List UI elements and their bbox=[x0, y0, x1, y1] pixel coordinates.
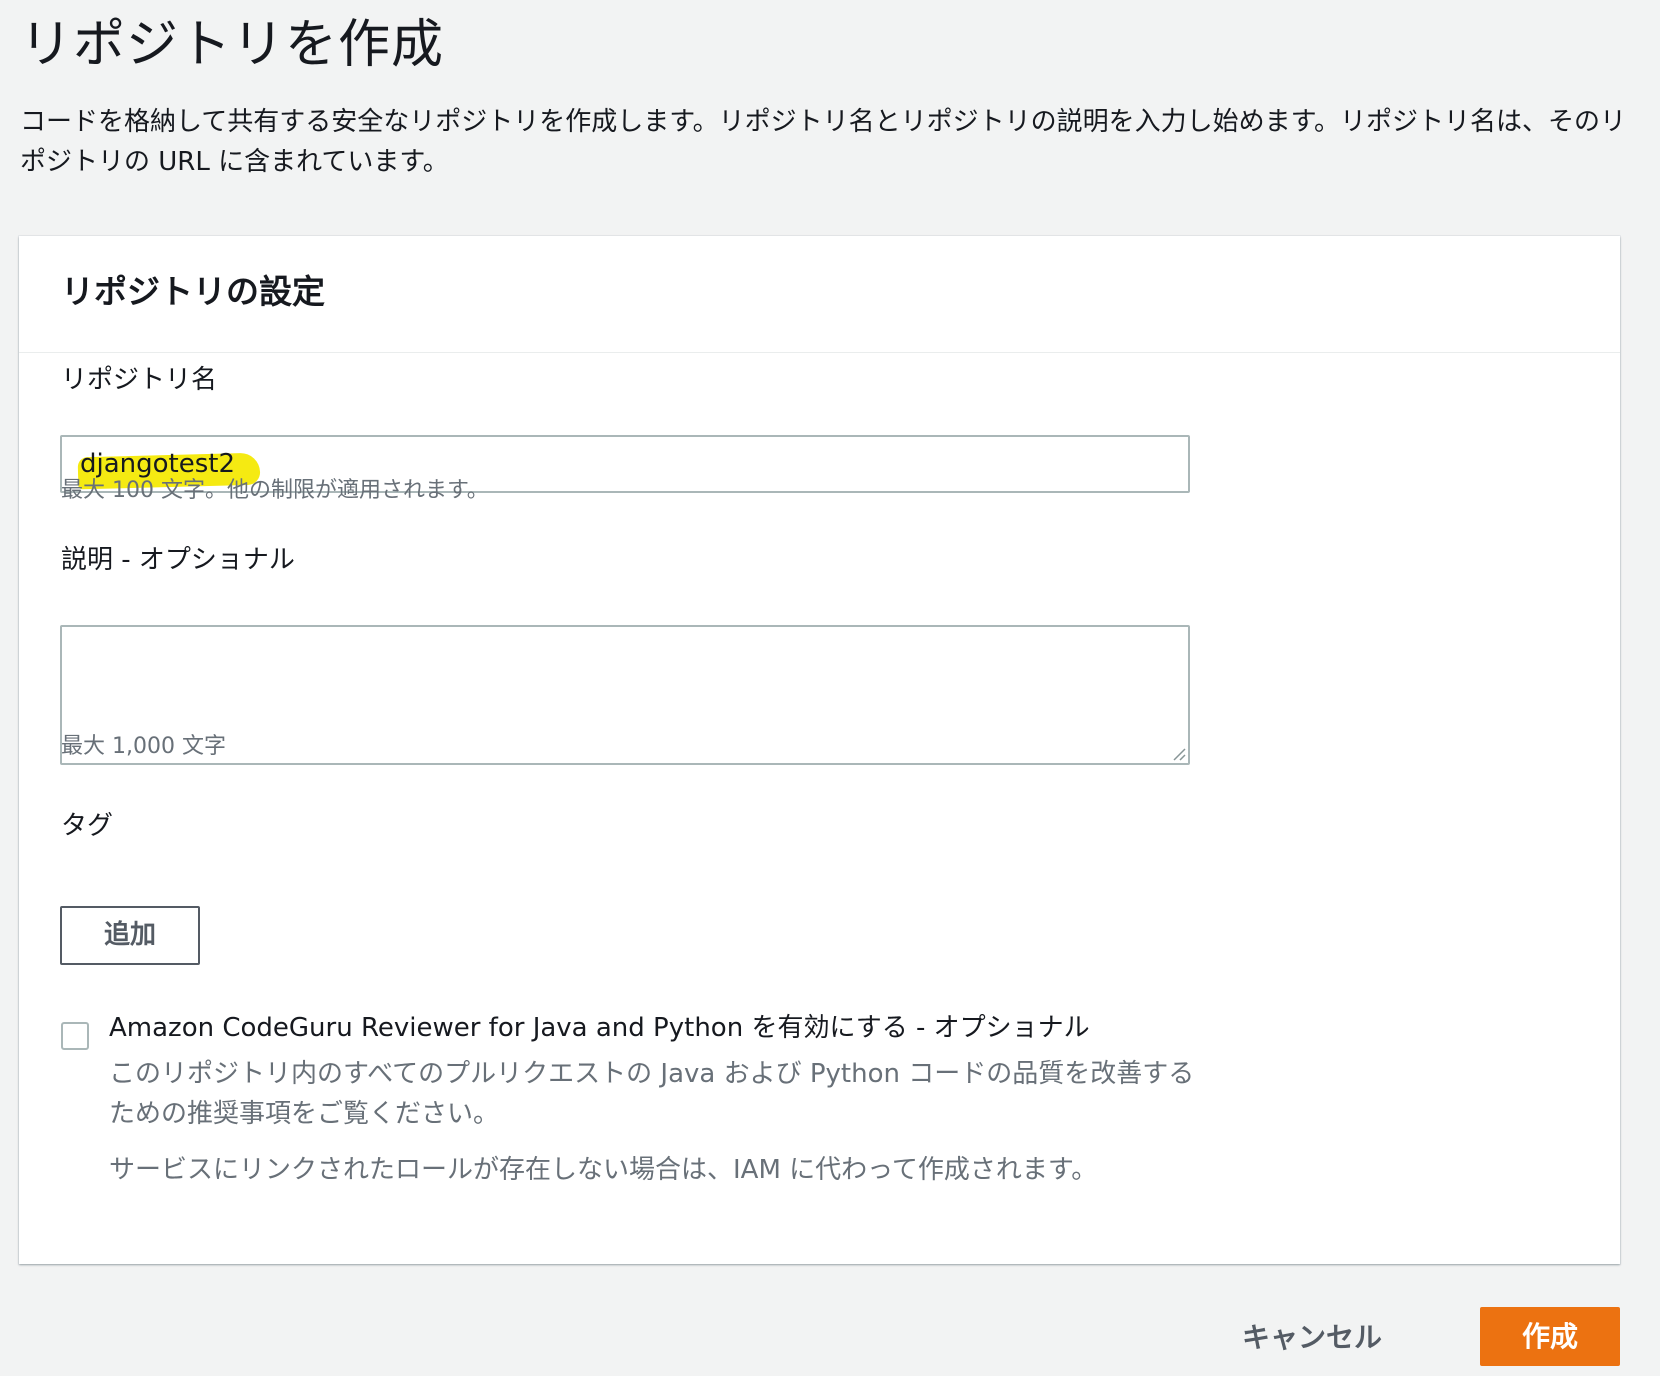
create-button[interactable]: 作成 bbox=[1480, 1307, 1620, 1366]
tags-label: タグ bbox=[61, 811, 114, 841]
repository-settings-panel: リポジトリの設定 リポジトリ名 djangotest2 最大 100 文字。他の… bbox=[19, 236, 1620, 1264]
repo-name-label: リポジトリ名 bbox=[61, 365, 218, 395]
panel-header: リポジトリの設定 bbox=[19, 236, 1620, 353]
resize-handle-icon[interactable] bbox=[1170, 745, 1186, 761]
description-label: 説明 - オプショナル bbox=[61, 545, 295, 575]
codeguru-note: サービスにリンクされたロールが存在しない場合は、IAM に代わって作成されます。 bbox=[109, 1155, 1098, 1185]
codeguru-description: このリポジトリ内のすべてのプルリクエストの Java および Python コー… bbox=[109, 1059, 1195, 1129]
page-description: コードを格納して共有する安全なリポジトリを作成します。リポジトリ名とリポジトリの… bbox=[20, 107, 1627, 177]
repo-name-hint: 最大 100 文字。他の制限が適用されます。 bbox=[61, 478, 489, 503]
page-title: リポジトリを作成 bbox=[20, 15, 445, 75]
codeguru-label[interactable]: Amazon CodeGuru Reviewer for Java and Py… bbox=[109, 1008, 1090, 1048]
panel-title: リポジトリの設定 bbox=[61, 272, 325, 311]
cancel-button[interactable]: キャンセル bbox=[1232, 1308, 1392, 1368]
codeguru-checkbox[interactable] bbox=[61, 1022, 89, 1050]
description-hint: 最大 1,000 文字 bbox=[61, 734, 226, 759]
add-tag-button[interactable]: 追加 bbox=[60, 906, 200, 965]
description-textarea[interactable] bbox=[60, 625, 1190, 765]
